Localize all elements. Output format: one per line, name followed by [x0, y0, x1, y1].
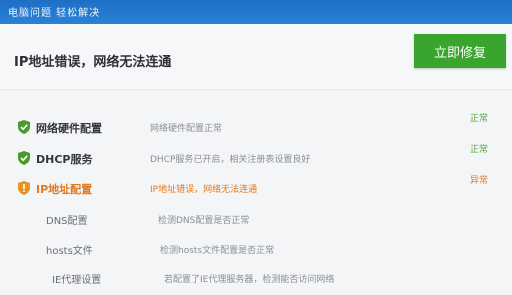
check-row-hosts: hosts文件 检测hosts文件配置是否正常 — [0, 237, 512, 263]
title-bar: 电脑问题 轻松解决 — [0, 0, 512, 24]
green-shield-check-icon — [18, 151, 30, 165]
check-name: IP地址配置 — [36, 183, 93, 196]
check-row-dns: DNS配置 检测DNS配置是否正常 — [0, 207, 512, 233]
window-title: 电脑问题 轻松解决 — [8, 8, 101, 19]
check-description: IP地址错误，网络无法连通 — [150, 185, 258, 195]
check-row-dhcp: DHCP服务 DHCP服务已开启，相关注册表设置良好 正常 — [0, 145, 512, 172]
check-description: DHCP服务已开启，相关注册表设置良好 — [150, 155, 311, 165]
status-error-label: 异常 — [469, 176, 488, 186]
page-title: IP地址错误，网络无法连通 — [14, 55, 172, 70]
check-description: 检测DNS配置是否正常 — [158, 216, 250, 226]
check-row-ip-config: IP地址配置 IP地址错误，网络无法连通 异常 — [0, 176, 512, 202]
status-ok-label: 正常 — [469, 145, 488, 155]
diagnosis-panel: IP地址错误，网络无法连通 立即修复 网络硬件配置 网络硬件配置正常 正常 DH… — [0, 24, 512, 295]
check-name: IE代理设置 — [52, 275, 102, 286]
check-description: 网络硬件配置正常 — [150, 124, 223, 134]
fix-now-button[interactable]: 立即修复 — [414, 34, 506, 68]
result-header: IP地址错误，网络无法连通 立即修复 — [0, 24, 512, 90]
check-description: 检测hosts文件配置是否正常 — [160, 246, 275, 256]
check-row-network-hardware: 网络硬件配置 网络硬件配置正常 正常 — [0, 114, 512, 141]
status-ok-label: 正常 — [469, 114, 488, 124]
check-name: DHCP服务 — [36, 153, 93, 166]
check-name: DNS配置 — [46, 216, 88, 227]
green-shield-check-icon — [18, 120, 30, 134]
orange-shield-warning-icon — [18, 181, 30, 195]
check-name: 网络硬件配置 — [36, 122, 102, 135]
check-row-ie-proxy: IE代理设置 若配置了IE代理服务器，检测能否访问网络 — [0, 266, 512, 292]
check-description: 若配置了IE代理服务器，检测能否访问网络 — [164, 275, 335, 285]
check-name: hosts文件 — [46, 246, 93, 257]
